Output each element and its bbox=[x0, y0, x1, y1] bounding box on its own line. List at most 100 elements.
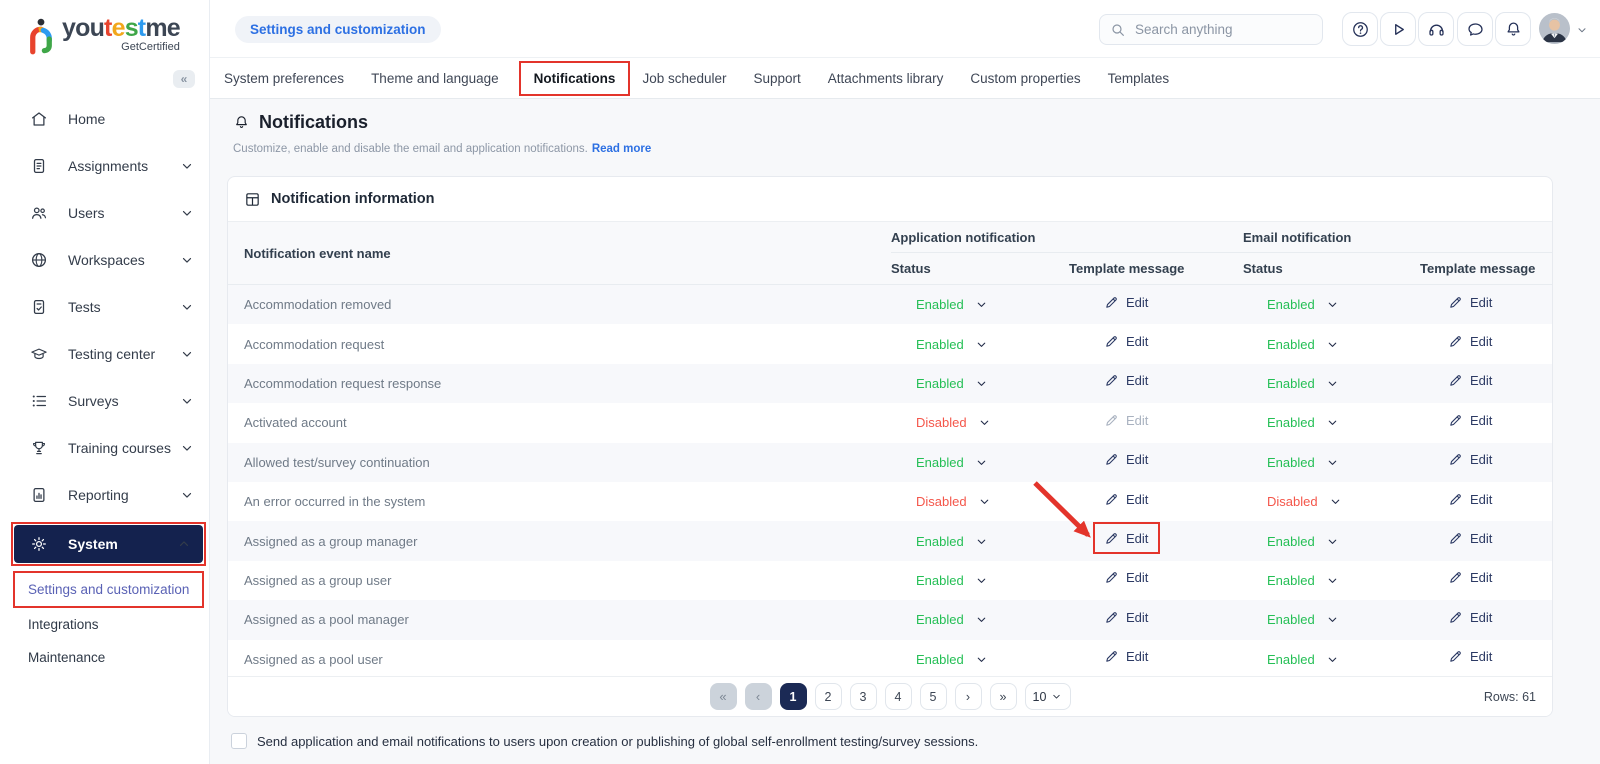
read-more-link[interactable]: Read more bbox=[592, 143, 651, 155]
app-status-dropdown[interactable]: Enabled bbox=[891, 612, 1069, 627]
app-status-dropdown[interactable]: Enabled bbox=[891, 297, 1069, 312]
sidebar-item-users[interactable]: Users bbox=[0, 189, 210, 236]
table-row-highlighted: Assigned as a group manager Enabled Edit… bbox=[228, 521, 1552, 560]
email-template-edit-button[interactable]: Edit bbox=[1448, 373, 1492, 388]
tab-theme-and-language[interactable]: Theme and language bbox=[371, 71, 499, 86]
sidebar-item-home[interactable]: Home bbox=[0, 95, 210, 142]
sidebar-item-workspaces[interactable]: Workspaces bbox=[0, 236, 210, 283]
email-template-edit-button[interactable]: Edit bbox=[1448, 492, 1492, 507]
email-template-edit-button[interactable]: Edit bbox=[1448, 610, 1492, 625]
email-template-edit-button[interactable]: Edit bbox=[1448, 452, 1492, 467]
tab-job-scheduler[interactable]: Job scheduler bbox=[642, 71, 726, 86]
email-status-dropdown[interactable]: Enabled bbox=[1243, 652, 1420, 667]
app-status-dropdown[interactable]: Enabled bbox=[891, 534, 1069, 549]
sidebar-subitem-maintenance[interactable]: Maintenance bbox=[13, 641, 204, 674]
app-template-edit-button[interactable]: Edit bbox=[1104, 649, 1148, 664]
pagination-page-3[interactable]: 3 bbox=[850, 683, 877, 710]
app-template-edit-button[interactable]: Edit bbox=[1104, 334, 1148, 349]
app-status-dropdown[interactable]: Disabled bbox=[891, 415, 1069, 430]
app-status-dropdown[interactable]: Enabled bbox=[891, 337, 1069, 352]
email-status-dropdown[interactable]: Enabled bbox=[1243, 415, 1420, 430]
sidebar-item-testing-center[interactable]: Testing center bbox=[0, 330, 210, 377]
sidebar-item-assignments[interactable]: Assignments bbox=[0, 142, 210, 189]
pencil-icon bbox=[1448, 373, 1463, 388]
app-status-dropdown[interactable]: Disabled bbox=[891, 494, 1069, 509]
sidebar-nav: Home Assignments Users Workspaces Tests … bbox=[0, 95, 210, 674]
help-button[interactable] bbox=[1342, 12, 1378, 46]
notifications-button[interactable] bbox=[1495, 12, 1531, 46]
breadcrumb[interactable]: Settings and customization bbox=[235, 16, 441, 43]
rows-per-page-select[interactable]: 10 bbox=[1025, 683, 1071, 710]
sidebar-subitem-settings-and-customization[interactable]: Settings and customization bbox=[13, 571, 204, 608]
app-template-edit-button[interactable]: Edit bbox=[1104, 295, 1148, 310]
table-row: Accommodation request Enabled Edit Enabl… bbox=[228, 324, 1552, 363]
email-template-edit-button[interactable]: Edit bbox=[1448, 295, 1492, 310]
self-enrollment-notify-checkbox[interactable] bbox=[231, 733, 247, 749]
avatar-chevron-icon[interactable] bbox=[1576, 24, 1588, 36]
search-box[interactable] bbox=[1099, 14, 1323, 45]
table-row: Allowed test/survey continuation Enabled… bbox=[228, 443, 1552, 482]
email-status-dropdown[interactable]: Enabled bbox=[1243, 573, 1420, 588]
app-status-dropdown[interactable]: Enabled bbox=[891, 455, 1069, 470]
app-template-edit-button[interactable]: Edit bbox=[1104, 452, 1148, 467]
pagination-next-button[interactable]: › bbox=[955, 683, 982, 710]
app-template-edit-button[interactable]: Edit bbox=[1104, 570, 1148, 585]
system-submenu: Settings and customization Integrations … bbox=[0, 571, 210, 674]
tutorials-button[interactable] bbox=[1380, 12, 1416, 46]
col-header-app-status: Status bbox=[891, 261, 1069, 276]
tab-attachments-library[interactable]: Attachments library bbox=[828, 71, 944, 86]
sidebar-subitem-integrations[interactable]: Integrations bbox=[13, 608, 204, 641]
app-template-edit-button-highlighted[interactable]: Edit bbox=[1104, 531, 1148, 546]
sidebar-item-training-courses[interactable]: Training courses bbox=[0, 424, 210, 471]
col-group-email-notification: Email notification bbox=[1243, 230, 1552, 245]
email-status-dropdown[interactable]: Enabled bbox=[1243, 455, 1420, 470]
sidebar-collapse-button[interactable]: « bbox=[173, 70, 195, 88]
pagination-page-1[interactable]: 1 bbox=[780, 683, 807, 710]
chevron-down-icon bbox=[975, 377, 988, 390]
support-button[interactable] bbox=[1418, 12, 1454, 46]
tab-system-preferences[interactable]: System preferences bbox=[224, 71, 344, 86]
pagination-page-5[interactable]: 5 bbox=[920, 683, 947, 710]
email-status-dropdown[interactable]: Enabled bbox=[1243, 297, 1420, 312]
email-status-dropdown[interactable]: Disabled bbox=[1243, 494, 1420, 509]
user-avatar[interactable] bbox=[1539, 13, 1570, 44]
pagination-prev-button[interactable]: ‹ bbox=[745, 683, 772, 710]
app-template-edit-button[interactable]: Edit bbox=[1104, 373, 1148, 388]
reporting-icon bbox=[30, 486, 48, 504]
app-template-edit-button[interactable]: Edit bbox=[1104, 610, 1148, 625]
search-input[interactable] bbox=[1135, 22, 1305, 37]
email-template-edit-button[interactable]: Edit bbox=[1448, 413, 1492, 428]
app-logo[interactable]: youtestme GetCertified bbox=[0, 0, 209, 56]
sidebar-item-reporting[interactable]: Reporting bbox=[0, 471, 210, 518]
pencil-icon bbox=[1448, 492, 1463, 507]
app-status-dropdown[interactable]: Enabled bbox=[891, 573, 1069, 588]
pagination-page-2[interactable]: 2 bbox=[815, 683, 842, 710]
pagination-last-button[interactable]: » bbox=[990, 683, 1017, 710]
app-template-edit-button[interactable]: Edit bbox=[1104, 492, 1148, 507]
tab-templates[interactable]: Templates bbox=[1108, 71, 1170, 86]
email-template-edit-button[interactable]: Edit bbox=[1448, 649, 1492, 664]
app-status-dropdown[interactable]: Enabled bbox=[891, 376, 1069, 391]
email-status-dropdown[interactable]: Enabled bbox=[1243, 534, 1420, 549]
tab-custom-properties[interactable]: Custom properties bbox=[970, 71, 1080, 86]
sidebar-item-system-active[interactable]: System bbox=[14, 525, 203, 563]
email-status-dropdown[interactable]: Enabled bbox=[1243, 612, 1420, 627]
tab-support[interactable]: Support bbox=[754, 71, 801, 86]
email-status-dropdown[interactable]: Enabled bbox=[1243, 337, 1420, 352]
sidebar-item-surveys[interactable]: Surveys bbox=[0, 377, 210, 424]
chevron-down-icon bbox=[975, 574, 988, 587]
settings-tabbar: System preferences Theme and language No… bbox=[210, 58, 1600, 99]
email-status-dropdown[interactable]: Enabled bbox=[1243, 376, 1420, 391]
tab-notifications[interactable]: Notifications bbox=[526, 71, 624, 86]
app-status-dropdown[interactable]: Enabled bbox=[891, 652, 1069, 667]
email-template-edit-button[interactable]: Edit bbox=[1448, 334, 1492, 349]
sidebar-item-tests[interactable]: Tests bbox=[0, 283, 210, 330]
pagination-first-button[interactable]: « bbox=[710, 683, 737, 710]
email-template-edit-button[interactable]: Edit bbox=[1448, 570, 1492, 585]
email-template-edit-button[interactable]: Edit bbox=[1448, 531, 1492, 546]
chat-button[interactable] bbox=[1457, 12, 1493, 46]
pagination-page-4[interactable]: 4 bbox=[885, 683, 912, 710]
main-content: Notifications Customize, enable and disa… bbox=[210, 99, 1600, 764]
home-icon bbox=[30, 110, 48, 128]
table-row: Assigned as a pool user Enabled Edit Ena… bbox=[228, 640, 1552, 679]
